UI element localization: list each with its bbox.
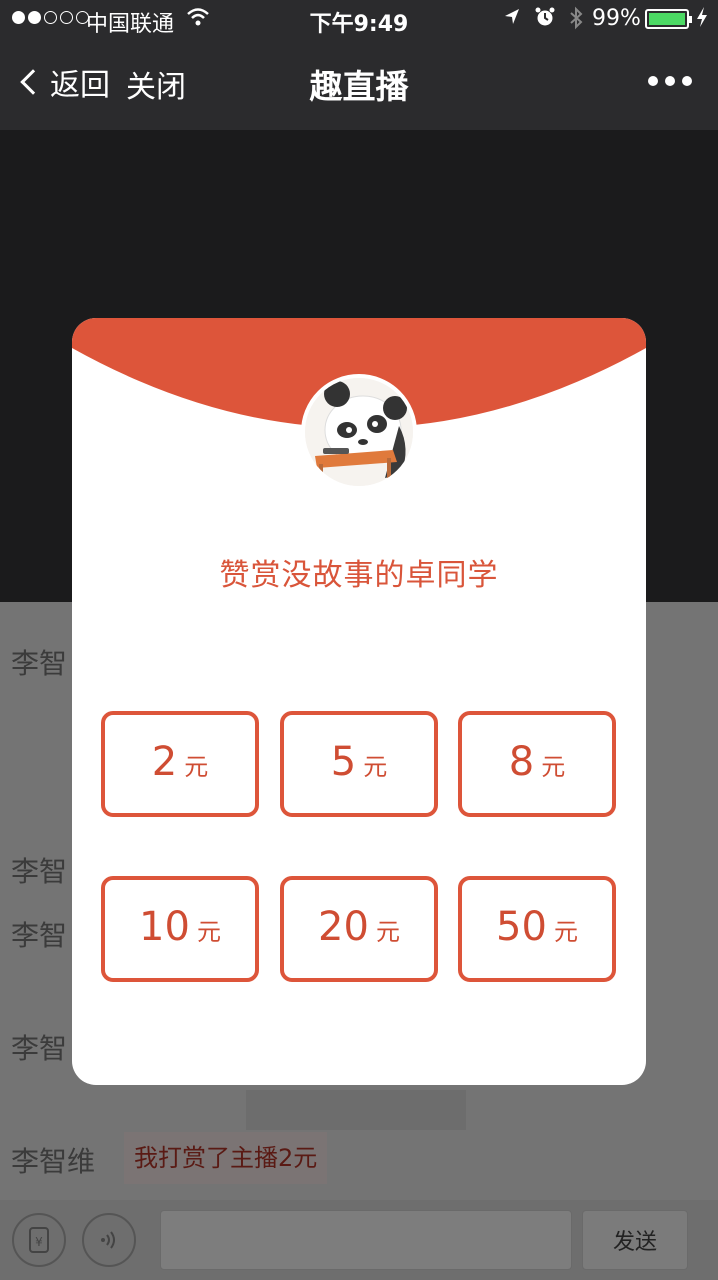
panda-avatar bbox=[301, 374, 417, 490]
more-dots-icon[interactable] bbox=[648, 76, 692, 86]
amount-unit: 元 bbox=[553, 918, 578, 946]
amount-unit: 元 bbox=[375, 918, 400, 946]
reward-amount-button[interactable]: 20 元 bbox=[280, 876, 438, 982]
reward-amount-button[interactable]: 2 元 bbox=[101, 711, 259, 817]
message-input[interactable] bbox=[160, 1210, 572, 1270]
chat-username: 李智 bbox=[11, 1032, 68, 1065]
page-title: 趣直播 bbox=[309, 67, 409, 106]
amount-unit: 元 bbox=[184, 753, 209, 781]
reward-title: 赞赏没故事的卓同学 bbox=[219, 558, 499, 593]
chat-username: 李智 bbox=[11, 919, 68, 952]
battery-percent: 99% bbox=[592, 6, 641, 31]
amount-value: 5 bbox=[330, 739, 357, 785]
chat-username: 李智 bbox=[11, 855, 68, 888]
amount-value: 20 bbox=[318, 904, 369, 950]
charging-icon bbox=[696, 6, 708, 34]
navigation-bar: 返回 关闭 趣直播 bbox=[0, 40, 718, 130]
reward-amount-button[interactable]: 10 元 bbox=[101, 876, 259, 982]
alarm-icon bbox=[535, 6, 555, 36]
top-bar: 中国联通 下午9:49 99% 返回 关闭 趣直播 bbox=[0, 0, 718, 130]
amount-value: 10 bbox=[139, 904, 190, 950]
status-bar: 中国联通 下午9:49 99% bbox=[0, 0, 718, 40]
reward-amount-button[interactable]: 5 元 bbox=[280, 711, 438, 817]
system-notice-bubble bbox=[246, 1090, 466, 1130]
bluetooth-icon bbox=[569, 6, 583, 36]
send-button[interactable]: 发送 bbox=[582, 1210, 688, 1270]
amount-unit: 元 bbox=[541, 753, 566, 781]
chat-message: 我打赏了主播2元 bbox=[124, 1132, 328, 1184]
chat-username: 李智 bbox=[11, 647, 68, 680]
reward-amount-button[interactable]: 8 元 bbox=[458, 711, 616, 817]
svg-text:¥: ¥ bbox=[35, 1235, 43, 1249]
amount-unit: 元 bbox=[196, 918, 221, 946]
amount-value: 8 bbox=[508, 739, 535, 785]
reward-amount-button[interactable]: 50 元 bbox=[458, 876, 616, 982]
amount-value: 2 bbox=[151, 739, 178, 785]
red-packet-icon[interactable]: ¥ bbox=[12, 1213, 66, 1267]
voice-icon[interactable] bbox=[82, 1213, 136, 1267]
chat-username: 李智维 bbox=[11, 1145, 96, 1178]
amount-value: 50 bbox=[496, 904, 547, 950]
amount-unit: 元 bbox=[363, 753, 388, 781]
battery-icon bbox=[645, 9, 692, 29]
location-icon bbox=[503, 6, 521, 36]
